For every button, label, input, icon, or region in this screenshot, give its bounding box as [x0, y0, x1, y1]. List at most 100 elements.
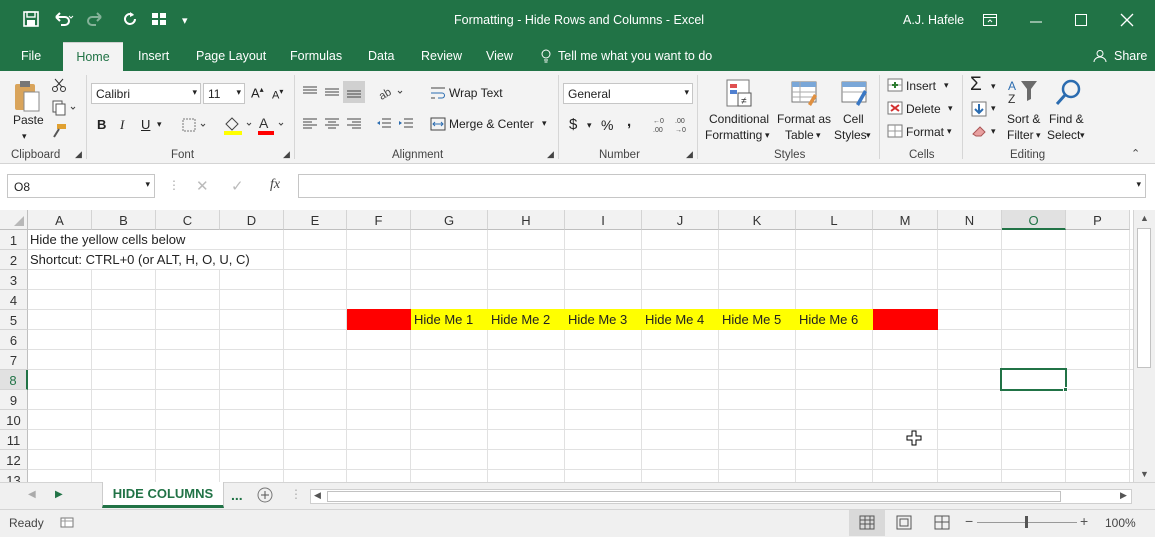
format-cells-button[interactable]: Format: [906, 125, 944, 139]
worksheet-grid[interactable]: A B C D E F G H I J K L M N O P 1 2 3 4 …: [0, 210, 1133, 482]
cell-g5[interactable]: Hide Me 1: [411, 309, 488, 330]
font-color-icon[interactable]: A: [256, 114, 288, 136]
cell-h5[interactable]: Hide Me 2: [488, 309, 565, 330]
currency-button[interactable]: $: [569, 116, 577, 133]
cut-icon[interactable]: [50, 76, 68, 94]
chevron-down-icon[interactable]: ▾: [1080, 130, 1085, 141]
cell-k5[interactable]: Hide Me 5: [719, 309, 796, 330]
align-middle-icon[interactable]: [322, 83, 342, 101]
number-launcher-icon[interactable]: ◢: [686, 149, 693, 160]
paste-icon[interactable]: [12, 79, 42, 113]
row-header-6[interactable]: 6: [0, 330, 28, 350]
chevron-down-icon[interactable]: ▾: [991, 81, 996, 92]
scroll-left-icon[interactable]: ◀: [314, 490, 321, 501]
increase-font-icon[interactable]: A▴: [251, 85, 264, 100]
column-header-g[interactable]: G: [411, 210, 488, 230]
column-header-a[interactable]: A: [28, 210, 92, 230]
undo-icon[interactable]: [52, 10, 74, 33]
row-header-5[interactable]: 5: [0, 310, 28, 330]
column-header-b[interactable]: B: [92, 210, 156, 230]
horizontal-scroll-thumb[interactable]: [327, 491, 1061, 502]
minimize-icon[interactable]: [1028, 8, 1044, 33]
font-launcher-icon[interactable]: ◢: [283, 149, 290, 160]
zoom-in-icon[interactable]: +: [1080, 513, 1088, 529]
row-header-2[interactable]: 2: [0, 250, 28, 270]
tell-me-search[interactable]: Tell me what you want to do: [558, 49, 712, 63]
percent-button[interactable]: %: [601, 117, 613, 133]
vertical-scrollbar[interactable]: ▲ ▼: [1133, 210, 1155, 482]
merge-center-icon[interactable]: [429, 115, 447, 133]
horizontal-scrollbar[interactable]: ◀ ▶: [310, 489, 1132, 504]
find-select-icon[interactable]: [1052, 77, 1084, 109]
chevron-down-icon[interactable]: ▾: [991, 126, 996, 137]
autosum-icon[interactable]: Σ: [970, 74, 982, 96]
collapse-ribbon-icon[interactable]: ⌃: [1131, 147, 1140, 160]
number-format-select[interactable]: General ▾: [563, 83, 693, 104]
name-box[interactable]: O8 ▾: [7, 174, 155, 198]
row-header-9[interactable]: 9: [0, 390, 28, 410]
cell-a1[interactable]: Hide the yellow cells below: [29, 230, 239, 249]
form-icon[interactable]: [150, 10, 168, 33]
column-header-c[interactable]: C: [156, 210, 220, 230]
insert-cells-icon[interactable]: [886, 76, 904, 94]
close-icon[interactable]: [1119, 12, 1135, 33]
tab-file[interactable]: File: [21, 49, 41, 63]
cell-styles-label-2[interactable]: Styles: [834, 128, 867, 142]
row-header-7[interactable]: 7: [0, 350, 28, 370]
align-top-icon[interactable]: [300, 83, 320, 101]
borders-icon[interactable]: [180, 116, 208, 134]
share-button[interactable]: Share: [1114, 49, 1147, 63]
decrease-font-icon[interactable]: A▾: [272, 87, 283, 102]
chevron-down-icon[interactable]: ▾: [944, 80, 949, 91]
page-break-view-icon[interactable]: [933, 515, 951, 531]
italic-button[interactable]: I: [120, 117, 124, 133]
currency-dropdown-icon[interactable]: ▾: [587, 120, 592, 131]
column-header-j[interactable]: J: [642, 210, 719, 230]
column-header-o[interactable]: O: [1002, 210, 1066, 230]
row-header-13[interactable]: 13: [0, 470, 28, 482]
align-bottom-icon[interactable]: [343, 81, 365, 103]
format-cells-icon[interactable]: [886, 122, 904, 140]
scroll-down-icon[interactable]: ▼: [1140, 469, 1149, 479]
column-header-e[interactable]: E: [284, 210, 347, 230]
cancel-icon[interactable]: ✕: [196, 177, 209, 195]
tab-home[interactable]: Home: [63, 42, 123, 71]
column-header-k[interactable]: K: [719, 210, 796, 230]
cell-l5[interactable]: Hide Me 6: [796, 309, 873, 330]
tab-view[interactable]: View: [486, 49, 513, 63]
clipboard-launcher-icon[interactable]: ◢: [75, 149, 82, 160]
align-center-icon[interactable]: [322, 115, 342, 133]
sort-filter-icon[interactable]: AZ: [1007, 77, 1039, 109]
wrap-text-button[interactable]: Wrap Text: [449, 86, 503, 100]
refresh-icon[interactable]: [121, 10, 139, 33]
tab-data[interactable]: Data: [368, 49, 394, 63]
underline-dropdown-icon[interactable]: ▾: [157, 119, 162, 130]
underline-button[interactable]: U: [141, 117, 150, 132]
scroll-up-icon[interactable]: ▲: [1140, 213, 1149, 223]
find-select-label-2[interactable]: Select: [1047, 128, 1080, 142]
alignment-launcher-icon[interactable]: ◢: [547, 149, 554, 160]
chevron-down-icon[interactable]: ▾: [866, 130, 871, 141]
cell-styles-icon[interactable]: [839, 77, 871, 109]
delete-cells-icon[interactable]: [886, 99, 904, 117]
paste-button[interactable]: Paste: [13, 113, 44, 127]
merge-center-button[interactable]: Merge & Center: [449, 117, 534, 131]
tab-review[interactable]: Review: [421, 49, 462, 63]
next-sheet-icon[interactable]: ▶: [55, 489, 63, 500]
bold-button[interactable]: B: [97, 117, 106, 132]
zoom-out-icon[interactable]: −: [965, 513, 973, 529]
font-name-select[interactable]: Calibri ▾: [91, 83, 201, 104]
enter-icon[interactable]: ✓: [231, 177, 244, 195]
row-header-8[interactable]: 8: [0, 370, 28, 390]
scroll-right-icon[interactable]: ▶: [1120, 490, 1127, 501]
splitter-grip-icon[interactable]: ⋮: [290, 487, 302, 501]
selected-cell-o8[interactable]: [1000, 368, 1067, 391]
column-header-m[interactable]: M: [873, 210, 938, 230]
add-sheet-icon[interactable]: [257, 487, 273, 503]
row-header-4[interactable]: 4: [0, 290, 28, 310]
tab-page-layout[interactable]: Page Layout: [196, 49, 266, 63]
cell-i5[interactable]: Hide Me 3: [565, 309, 642, 330]
conditional-formatting-icon[interactable]: ≠: [723, 77, 755, 109]
paste-dropdown-icon[interactable]: ▾: [22, 131, 27, 142]
formula-input[interactable]: ▾: [298, 174, 1146, 198]
